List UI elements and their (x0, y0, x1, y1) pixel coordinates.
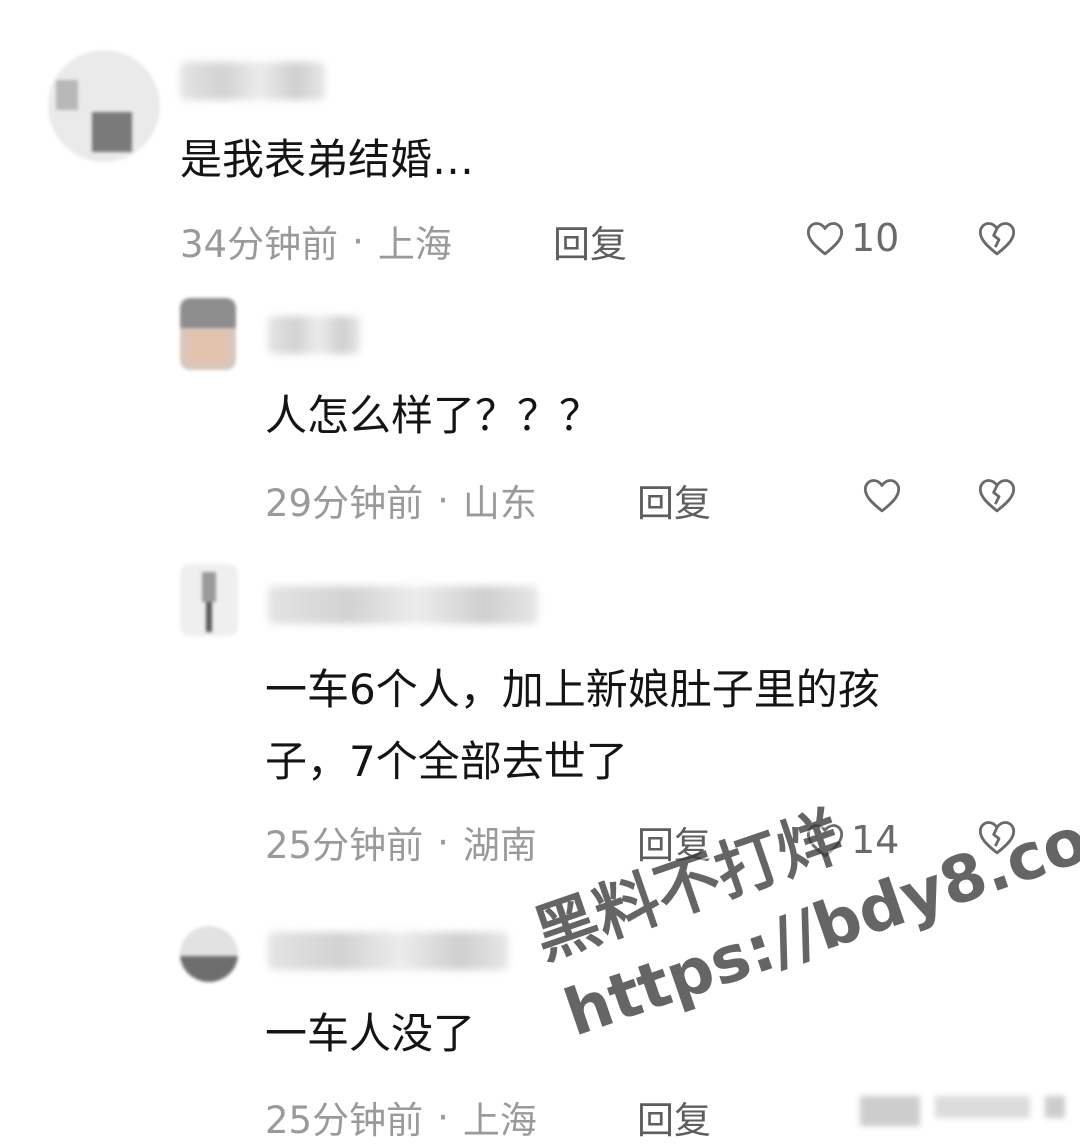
comment-time: 25分钟前 (265, 1099, 424, 1142)
comment-meta: 25分钟前 · 上海 (265, 1090, 537, 1144)
comment-text: 一车人没了 (265, 1009, 476, 1058)
meta-separator: · (437, 478, 449, 522)
comment-time: 34分钟前 (180, 223, 339, 266)
avatar[interactable] (180, 298, 236, 370)
heart-outline-icon (805, 821, 845, 859)
meta-separator: · (437, 820, 449, 864)
comment-location: 湖南 (462, 824, 537, 867)
comment-time: 29分钟前 (265, 482, 424, 525)
comment-text-line2: 子，7个全部去世了 (265, 737, 628, 786)
comment-1: 是我表弟结婚… 34分钟前 · 上海 回复 10 (0, 0, 1080, 280)
dislike-button[interactable] (977, 818, 1017, 856)
reply-button[interactable]: 回复 (637, 473, 711, 527)
dislike-button[interactable] (977, 476, 1017, 514)
heart-outline-icon (862, 476, 902, 514)
broken-heart-icon (977, 818, 1017, 856)
username-blurred[interactable] (180, 62, 325, 100)
comment-2: 人怎么样了？？？ 29分钟前 · 山东 回复 (0, 280, 1080, 550)
meta-separator: · (437, 1095, 449, 1139)
like-button[interactable] (862, 476, 902, 514)
comment-text-line1: 一车6个人，加上新娘肚子里的孩 (265, 665, 880, 714)
like-count: 14 (851, 818, 900, 862)
dislike-button[interactable] (977, 219, 1017, 257)
like-button[interactable]: 14 (805, 818, 899, 862)
comment-location: 山东 (462, 482, 537, 525)
like-count: 10 (851, 216, 900, 260)
blurred-actions (1045, 1096, 1065, 1118)
blurred-actions (860, 1096, 920, 1126)
meta-separator: · (352, 219, 364, 263)
broken-heart-icon (977, 476, 1017, 514)
username-blurred[interactable] (268, 316, 360, 354)
broken-heart-icon (977, 219, 1017, 257)
heart-outline-icon (805, 219, 845, 257)
username-blurred[interactable] (268, 932, 508, 970)
avatar[interactable] (48, 50, 160, 162)
comment-time: 25分钟前 (265, 824, 424, 867)
comment-text: 人怎么样了？？？ (265, 391, 602, 440)
comment-text: 是我表弟结婚… (180, 135, 475, 184)
like-button[interactable]: 10 (805, 216, 899, 260)
comment-3: 一车6个人，加上新娘肚子里的孩 子，7个全部去世了 25分钟前 · 湖南 回复 … (0, 550, 1080, 890)
comment-location: 上海 (377, 223, 452, 266)
reply-button[interactable]: 回复 (553, 214, 627, 268)
comment-location: 上海 (462, 1099, 537, 1142)
avatar[interactable] (180, 564, 238, 636)
comment-4: 一车人没了 25分钟前 · 上海 回复 (0, 890, 1080, 1142)
comment-meta: 29分钟前 · 山东 (265, 473, 537, 527)
reply-button[interactable]: 回复 (637, 815, 711, 869)
blurred-actions (935, 1096, 1030, 1118)
comment-meta: 25分钟前 · 湖南 (265, 815, 537, 869)
reply-button[interactable]: 回复 (637, 1090, 711, 1144)
avatar[interactable] (180, 926, 238, 982)
comment-meta: 34分钟前 · 上海 (180, 214, 452, 268)
username-blurred[interactable] (268, 586, 538, 624)
